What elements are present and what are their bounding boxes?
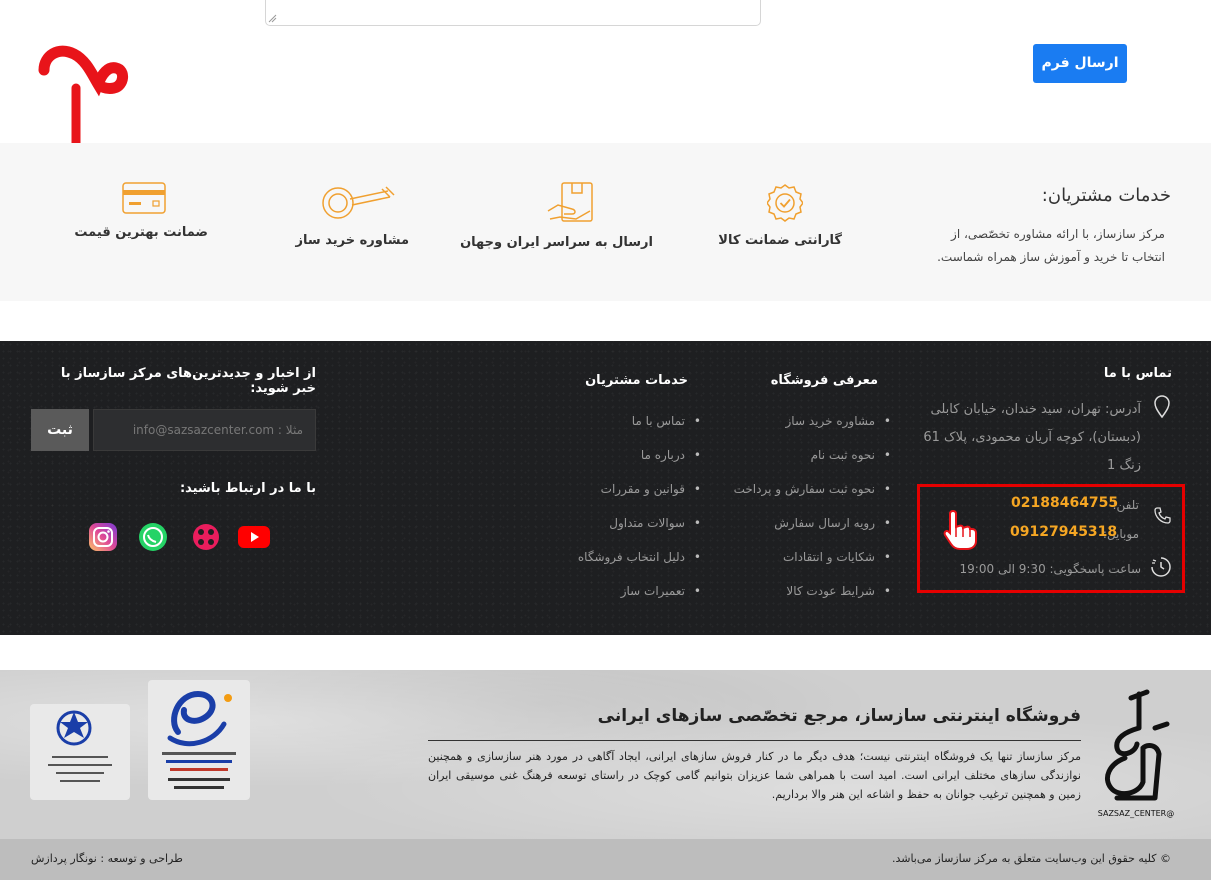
footer-link[interactable]: دلیل انتخاب فروشگاه xyxy=(578,547,701,581)
location-pin-icon xyxy=(1154,395,1170,419)
instagram-icon[interactable] xyxy=(86,521,120,553)
footer-link[interactable]: شرایط عودت کالا xyxy=(734,581,891,615)
footer-link[interactable]: تماس با ما xyxy=(578,411,701,445)
designer-credit[interactable]: طراحی و توسعه : نونگار پردازش xyxy=(31,852,183,865)
contact-address: آدرس: تهران، سید خندان، خیابان کابلی (دب… xyxy=(923,402,1141,473)
pointing-hand-icon xyxy=(943,509,977,550)
service-best-price: ضمانت بهترین قیمت xyxy=(74,181,208,240)
enamad-badge[interactable] xyxy=(148,680,250,800)
footer-link[interactable]: تعمیرات ساز xyxy=(578,581,701,615)
newsletter-email-input[interactable] xyxy=(93,409,316,451)
footer-dark: تماس با ما آدرس: تهران، سید خندان، خیابا… xyxy=(0,341,1211,635)
contact-title: تماس با ما xyxy=(1103,366,1172,381)
service-label: ارسال به سراسر ایران وجهان xyxy=(460,235,653,250)
enamad-logo-icon xyxy=(162,690,236,789)
copyright-bar: © کلیه حقوق این وب‌سایت متعلق به مرکز سا… xyxy=(0,839,1211,880)
customer-title: خدمات مشتریان xyxy=(585,373,688,388)
sazsaz-logo-icon: @SAZSAZ_CENTER xyxy=(1098,689,1174,818)
service-label: گارانتی ضمانت کالا xyxy=(718,233,842,248)
whatsapp-icon[interactable] xyxy=(136,521,170,553)
newsletter-submit-button[interactable]: ثبت xyxy=(31,409,89,451)
customer-links: تماس با ما درباره ما قوانین و مقررات سوا… xyxy=(578,411,701,615)
clock-icon xyxy=(1151,557,1171,577)
newsletter-title: از اخبار و جدیدترین‌های مرکز سازساز با خ… xyxy=(60,366,316,396)
about-title: فروشگاه اینترنتی سازساز، مرجع تخصّصی ساز… xyxy=(597,706,1081,726)
footer-link[interactable]: سوالات متداول xyxy=(578,513,701,547)
setar-instrument-icon xyxy=(322,186,395,219)
service-warranty: گارانتی ضمانت کالا xyxy=(718,183,842,248)
answer-hours: ساعت پاسخگویی: 9:30 الی 19:00 xyxy=(959,562,1141,576)
resize-grip-icon[interactable] xyxy=(268,14,277,23)
delivery-box-icon xyxy=(547,182,593,222)
service-label: ضمانت بهترین قیمت xyxy=(74,225,208,240)
phone-icon xyxy=(1154,507,1171,524)
credit-card-icon xyxy=(122,182,166,214)
aparat-icon[interactable] xyxy=(189,521,223,553)
shop-title: معرفی فروشگاه xyxy=(770,373,878,388)
services-title: خدمات مشتریان: xyxy=(1041,185,1171,206)
warranty-badge-icon xyxy=(767,184,803,222)
about-section: @SAZSAZ_CENTER فروشگاه اینترنتی سازساز، … xyxy=(0,670,1211,839)
form-section: ارسال فرم xyxy=(0,0,1211,176)
social-title: با ما در ارتباط باشید: xyxy=(179,481,316,496)
services-description: مرکز سازساز، با ارائه مشاوره تخصّصی، از … xyxy=(937,227,1165,264)
service-label: مشاوره خرید ساز xyxy=(295,233,409,248)
youtube-icon[interactable] xyxy=(237,521,271,553)
services-strip: خدمات مشتریان: مرکز سازساز، با ارائه مشا… xyxy=(0,143,1211,301)
footer-link[interactable]: نحوه ثبت سفارش و پرداخت xyxy=(734,479,892,513)
submit-form-button[interactable]: ارسال فرم xyxy=(1033,44,1127,83)
footer-link[interactable]: شکایات و انتقادات xyxy=(734,547,892,581)
footer-link[interactable]: رویه ارسال سفارش xyxy=(734,513,891,547)
footer-link[interactable]: مشاوره خرید ساز xyxy=(734,411,892,445)
phone-number[interactable]: 02188464755 xyxy=(1011,495,1118,511)
union-logo-icon xyxy=(48,710,112,782)
mobile-number[interactable]: 09127945318 xyxy=(1010,524,1117,540)
service-consultation: مشاوره خرید ساز xyxy=(295,183,409,248)
copyright-text: © کلیه حقوق این وب‌سایت متعلق به مرکز سا… xyxy=(891,852,1171,865)
union-badge[interactable] xyxy=(30,704,130,800)
service-delivery: ارسال به سراسر ایران وجهان xyxy=(460,181,653,250)
footer-link[interactable]: درباره ما xyxy=(578,445,701,479)
about-text: مرکز سازساز تنها یک فروشگاه اینترنتی نیس… xyxy=(428,750,1081,801)
message-textarea[interactable] xyxy=(265,0,761,26)
footer-link[interactable]: نحوه ثبت نام xyxy=(734,445,892,479)
shop-links: مشاوره خرید ساز نحوه ثبت نام نحوه ثبت سف… xyxy=(734,411,892,615)
logo-caption: @SAZSAZ_CENTER xyxy=(1098,809,1174,818)
about-divider xyxy=(428,740,1081,741)
footer-link[interactable]: قوانین و مقررات xyxy=(578,479,701,513)
